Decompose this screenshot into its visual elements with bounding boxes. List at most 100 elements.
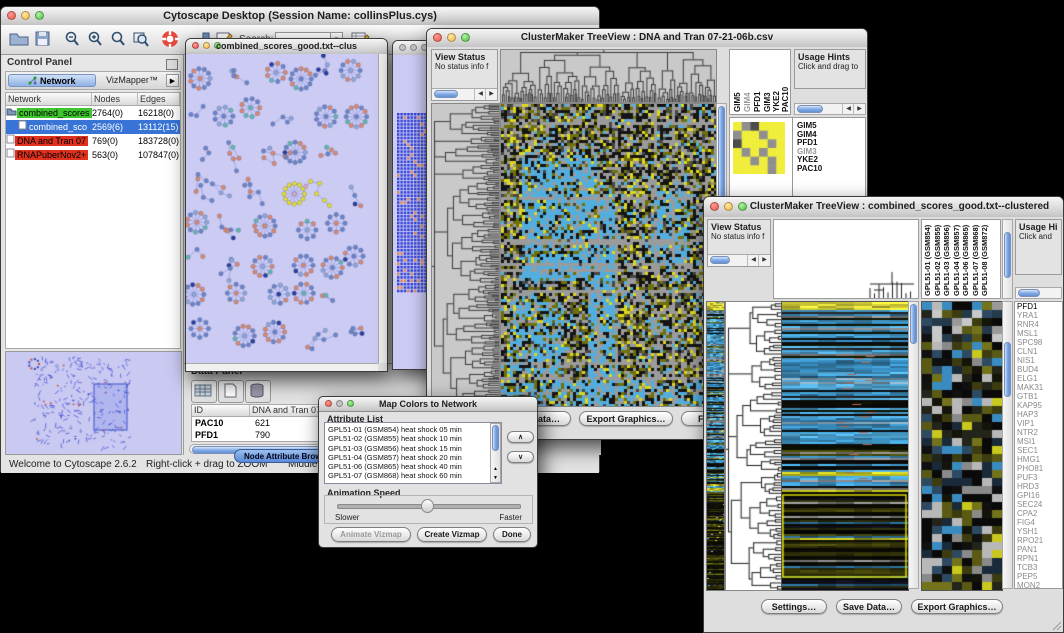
save-icon[interactable] — [34, 30, 54, 50]
close-button[interactable] — [399, 44, 406, 51]
attribute-select-button[interactable] — [191, 380, 217, 403]
tab-vizmapper[interactable]: VizMapper™ — [100, 74, 164, 87]
speed-slider-thumb[interactable] — [421, 499, 434, 513]
tv2-gene-list[interactable]: PFD1YRA1RNR4MSL1SPC98CLN1NIS1BUD4ELG1MAK… — [1014, 301, 1063, 589]
tv2-global-overview-strip[interactable] — [706, 301, 725, 591]
tv2-gene-label[interactable]: CPA2 — [1017, 509, 1062, 518]
tv2-gene-label[interactable]: MAK31 — [1017, 383, 1062, 392]
tv1-gene-label[interactable]: PAC10 — [797, 165, 822, 174]
scroll-thumb[interactable] — [910, 304, 917, 344]
tv2-row-dendrogram[interactable] — [725, 301, 782, 591]
attribute-list-item[interactable]: GPL51-04 (GSM857) heat shock 20 min — [328, 453, 488, 462]
network-row-rnapuber[interactable]: RNAPuberNov2+ 563(0) 107847(0) — [6, 148, 180, 162]
create-vizmap-button[interactable]: Create Vizmap — [417, 527, 487, 542]
tv2-gene-label[interactable]: CLN1 — [1017, 347, 1062, 356]
tv2-gene-label[interactable]: SPC98 — [1017, 338, 1062, 347]
scroll-thumb[interactable] — [434, 90, 458, 98]
tv1-column-dendrogram[interactable] — [500, 49, 717, 103]
tv2-gene-label[interactable]: RPN1 — [1017, 554, 1062, 563]
tv2-gene-label[interactable]: MSI1 — [1017, 437, 1062, 446]
tv2-gene-label[interactable]: SEC1 — [1017, 446, 1062, 455]
network-graph-viewport[interactable] — [186, 54, 378, 363]
minimize-button[interactable] — [410, 44, 417, 51]
tv2-heatmap[interactable] — [781, 301, 909, 591]
done-button[interactable]: Done — [493, 527, 531, 542]
tv1-heatmap[interactable] — [500, 103, 717, 407]
open-file-icon[interactable] — [9, 30, 29, 50]
close-button[interactable] — [433, 33, 442, 42]
tv2-heat-vscrollbar[interactable] — [908, 301, 919, 589]
attribute-list-item[interactable]: GPL51-01 (GSM854) heat shock 05 min — [328, 425, 488, 434]
tab-overflow-arrow[interactable]: ▶ — [166, 74, 179, 87]
tv2-gene-label[interactable]: HAP3 — [1017, 410, 1062, 419]
tv2-gene-label[interactable]: ELG1 — [1017, 374, 1062, 383]
tv2-gene-label[interactable]: GTB1 — [1017, 392, 1062, 401]
float-panel-icon[interactable] — [166, 59, 178, 70]
tv2-column-dendrogram[interactable] — [774, 220, 918, 298]
treeview2-titlebar[interactable]: ClusterMaker TreeView : combined_scores_… — [704, 197, 1063, 218]
tv1-row-dendrogram[interactable] — [431, 103, 500, 407]
help-lifebuoy-icon[interactable] — [161, 30, 181, 50]
tv2-gene-label[interactable]: PUF3 — [1017, 473, 1062, 482]
minimize-button[interactable] — [203, 42, 210, 49]
tv2-status-scrollbar[interactable]: ◀ ▶ — [708, 254, 770, 266]
close-button[interactable] — [7, 11, 16, 20]
zoom-in-icon[interactable] — [86, 30, 106, 50]
treeview1-titlebar[interactable]: ClusterMaker TreeView : DNA and Tran 07-… — [427, 29, 867, 48]
tv2-gene-label[interactable]: RNR4 — [1017, 320, 1062, 329]
close-button[interactable] — [710, 202, 719, 211]
tv2-gene-label[interactable]: SEC24 — [1017, 500, 1062, 509]
tv2-gene-label[interactable]: BUD4 — [1017, 365, 1062, 374]
tv1-usage-scrollbar[interactable]: ◀ ▶ — [794, 103, 866, 115]
scroll-right-button[interactable]: ▶ — [853, 104, 865, 115]
tv2-gene-label[interactable]: YRA1 — [1017, 311, 1062, 320]
tv2-gene-label[interactable]: HMG1 — [1017, 455, 1062, 464]
scroll-thumb[interactable] — [492, 425, 499, 451]
tv1-export-graphics-button[interactable]: Export Graphics… — [579, 411, 673, 426]
resize-grip[interactable] — [1050, 619, 1062, 631]
zoom-fit-icon[interactable] — [132, 30, 152, 50]
network-hscrollbar[interactable] — [186, 363, 378, 371]
tv2-save-data-button[interactable]: Save Data… — [836, 599, 902, 614]
scroll-thumb[interactable] — [1004, 342, 1011, 397]
dialog-titlebar[interactable]: Map Colors to Network — [319, 397, 537, 412]
close-button[interactable] — [192, 42, 199, 49]
attribute-list-item[interactable]: GPL51-07 (GSM868) heat shock 60 min — [328, 471, 488, 480]
tv2-gene-label[interactable]: PAN1 — [1017, 545, 1062, 554]
network-overview-canvas[interactable] — [6, 352, 181, 454]
animate-vizmap-button[interactable]: Animate Vizmap — [331, 527, 411, 542]
attribute-list[interactable]: GPL51-01 (GSM854) heat shock 05 minGPL51… — [328, 425, 488, 481]
new-attribute-button[interactable] — [218, 380, 244, 403]
tv2-gene-label[interactable]: KAP95 — [1017, 401, 1062, 410]
tv2-gene-label[interactable]: GPI16 — [1017, 491, 1062, 500]
main-titlebar[interactable]: Cytoscape Desktop (Session Name: collins… — [1, 7, 599, 26]
minimize-button[interactable] — [724, 202, 733, 211]
tv2-settings-button[interactable]: Settings… — [761, 599, 827, 614]
zoom-selected-icon[interactable] — [109, 30, 129, 50]
tv2-gene-label[interactable]: VIP1 — [1017, 419, 1062, 428]
attribute-list-item[interactable]: GPL51-02 (GSM855) heat shock 10 min — [328, 434, 488, 443]
scroll-up-button[interactable]: ▲ — [491, 466, 500, 472]
network-overview-panel[interactable] — [5, 351, 182, 455]
tv2-zoom-heatmap[interactable] — [921, 301, 1003, 591]
tv2-gene-label[interactable]: RPO21 — [1017, 536, 1062, 545]
scroll-down-button[interactable]: ▼ — [491, 475, 500, 481]
network-vscrollbar[interactable] — [378, 54, 387, 363]
scroll-right-button[interactable]: ▶ — [485, 89, 497, 100]
tv2-labels-vscrollbar[interactable] — [1002, 219, 1013, 299]
network-row-combined-sco-selected[interactable]: combined_sco 2569(6) 13112(15) — [6, 120, 180, 134]
tv2-gene-label[interactable]: HRD3 — [1017, 482, 1062, 491]
scroll-thumb[interactable] — [710, 256, 730, 264]
attribute-down-button[interactable]: ∨ — [507, 451, 534, 463]
scroll-right-button[interactable]: ▶ — [758, 255, 770, 266]
close-button[interactable] — [325, 400, 332, 407]
tv2-gene-label[interactable]: MON2 — [1017, 581, 1062, 589]
tv2-gene-label[interactable]: NIS1 — [1017, 356, 1062, 365]
attribute-list-vscrollbar[interactable]: ▲ ▼ — [490, 423, 501, 483]
network-row-combined-scores[interactable]: combined_scores 2764(0) 16218(0) — [6, 106, 180, 120]
scroll-thumb[interactable] — [797, 105, 823, 113]
tv2-gene-label[interactable]: NTR2 — [1017, 428, 1062, 437]
tv2-gene-label[interactable]: FIG4 — [1017, 518, 1062, 527]
tv2-gene-label[interactable]: PHO81 — [1017, 464, 1062, 473]
tv2-zoom-vscrollbar[interactable] — [1002, 301, 1013, 589]
